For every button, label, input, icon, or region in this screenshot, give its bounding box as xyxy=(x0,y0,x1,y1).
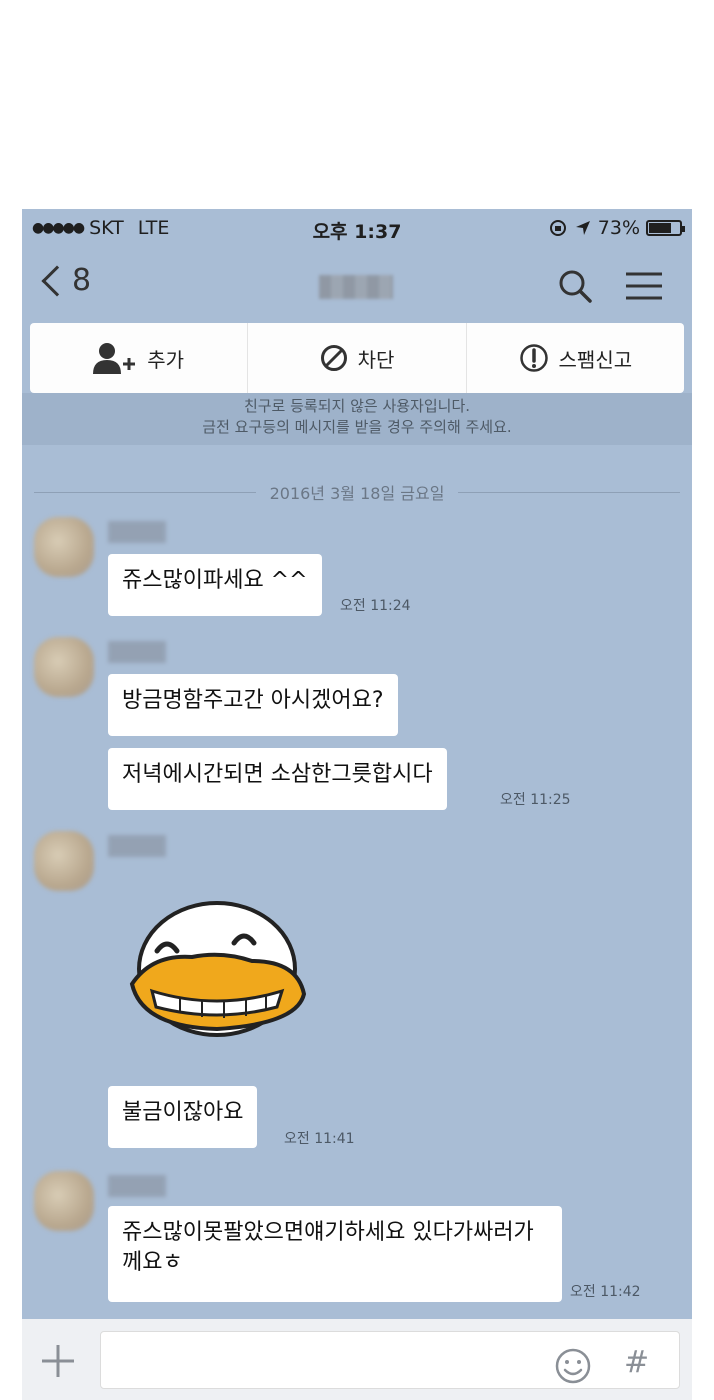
message-time: 오전 11:41 xyxy=(284,1131,355,1147)
sender-name-redacted xyxy=(108,641,166,663)
block-icon xyxy=(320,345,347,371)
message-time: 오전 11:25 xyxy=(500,792,571,808)
duck-emoticon[interactable] xyxy=(122,899,312,1049)
back-button[interactable]: 8 xyxy=(38,263,91,298)
search-icon[interactable] xyxy=(558,269,592,303)
message-bubble[interactable]: 쥬스많이못팔았으면얘기하세요 있다가싸러가께요ㅎ xyxy=(108,1206,562,1302)
sender-name-redacted xyxy=(108,835,166,857)
add-friend-icon xyxy=(93,343,136,374)
message-bubble[interactable]: 불금이잖아요 xyxy=(108,1086,258,1148)
plus-icon[interactable] xyxy=(38,1341,78,1381)
divider-line xyxy=(458,491,680,493)
avatar[interactable] xyxy=(34,637,94,697)
notice-line-2: 금전 요구등의 메시지를 받을 경우 주의해 주세요. xyxy=(202,418,512,436)
input-bar: # xyxy=(22,1319,692,1400)
menu-icon[interactable] xyxy=(626,271,662,301)
avatar[interactable] xyxy=(34,831,94,891)
block-label: 차단 xyxy=(357,347,395,372)
message-time: 오전 11:42 xyxy=(570,1284,641,1300)
chat-title-redacted xyxy=(319,275,393,299)
add-friend-button[interactable]: 추가 xyxy=(30,323,249,393)
sender-name-redacted xyxy=(108,521,166,543)
avatar[interactable] xyxy=(34,517,94,577)
divider-line xyxy=(34,491,256,493)
emoji-icon[interactable] xyxy=(554,1347,592,1385)
message-bubble[interactable]: 쥬스많이파세요 ^^ xyxy=(108,554,322,616)
hashtag-search-button[interactable]: # xyxy=(624,1345,649,1380)
message-input[interactable] xyxy=(100,1331,680,1389)
message-bubble[interactable]: 저녁에시간되면 소삼한그릇합시다 xyxy=(108,748,447,810)
battery-percent: 73% xyxy=(597,217,640,239)
stranger-notice: 친구로 등록되지 않은 사용자입니다. 금전 요구등의 메시지를 받을 경우 주… xyxy=(22,393,692,445)
notice-line-1: 친구로 등록되지 않은 사용자입니다. xyxy=(243,397,471,415)
battery-cap xyxy=(682,226,685,232)
add-friend-label: 추가 xyxy=(147,347,185,372)
orientation-lock-icon xyxy=(549,220,566,236)
unread-count: 8 xyxy=(72,263,92,298)
report-icon xyxy=(519,344,548,372)
message-bubble[interactable]: 방금명함주고간 아시겠어요? xyxy=(108,674,398,736)
date-divider: 2016년 3월 18일 금요일 xyxy=(34,481,680,503)
status-bar: ●●●●● SKT LTE 오후 1:37 73% xyxy=(22,209,692,247)
chat-header: 8 xyxy=(22,253,692,323)
chat-screen: ●●●●● SKT LTE 오후 1:37 73% 8 추가 차단 스팸신고 친… xyxy=(22,209,692,1400)
report-spam-button[interactable]: 스팸신고 xyxy=(467,323,684,393)
sender-name-redacted xyxy=(108,1175,166,1197)
stranger-action-bar: 추가 차단 스팸신고 xyxy=(30,323,684,393)
date-label: 2016년 3월 18일 금요일 xyxy=(269,484,445,503)
status-right: 73% xyxy=(548,217,685,239)
battery-fill xyxy=(649,223,671,233)
location-arrow-icon xyxy=(575,221,590,235)
message-time: 오전 11:24 xyxy=(340,598,411,614)
battery-icon xyxy=(646,220,685,236)
report-spam-label: 스팸신고 xyxy=(558,347,633,372)
avatar[interactable] xyxy=(34,1171,94,1231)
chevron-left-icon xyxy=(41,264,73,297)
block-button[interactable]: 차단 xyxy=(248,323,467,393)
